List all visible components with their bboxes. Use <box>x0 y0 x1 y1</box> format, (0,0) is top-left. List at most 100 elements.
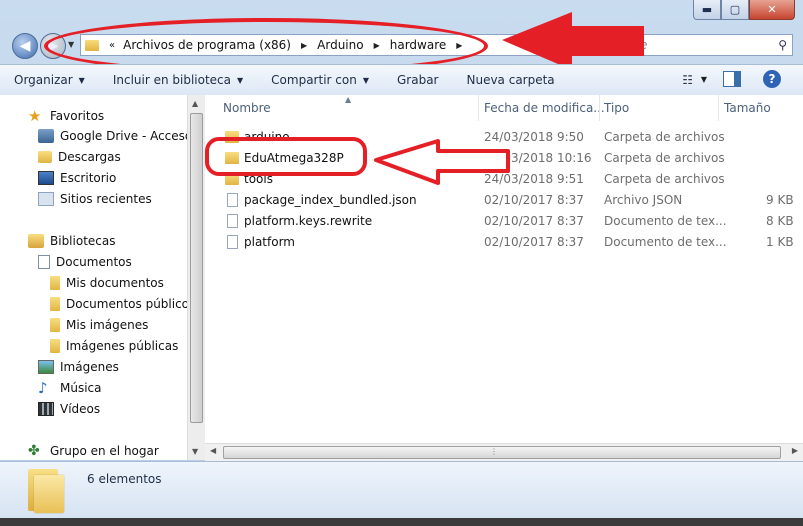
homegroup-icon: ✤ <box>28 443 40 459</box>
include-library-button[interactable]: Incluir en biblioteca ▼ <box>113 73 243 87</box>
horizontal-scrollbar[interactable]: ◀ ⋮ ▶ <box>205 443 803 461</box>
file-type: Archivo JSON <box>604 193 683 207</box>
column-header-date[interactable]: Fecha de modifica... <box>484 95 605 121</box>
film-icon <box>38 402 54 416</box>
sidebar-item-videos[interactable]: Vídeos <box>38 402 100 416</box>
file-date: 02/10/2017 8:37 <box>484 235 584 249</box>
annotation-arrow-icon <box>374 139 510 185</box>
chevron-down-icon[interactable]: ▼ <box>701 75 707 84</box>
annotation-rectangle <box>205 137 367 176</box>
navigation-pane: ★ Favoritos Google Drive - Acceso d Desca… <box>0 95 187 460</box>
star-icon: ★ <box>28 107 42 125</box>
sidebar-item-favorites[interactable]: ★ Favoritos <box>28 108 104 124</box>
column-header-type[interactable]: Tipo <box>604 95 629 121</box>
file-row[interactable]: platform.keys.rewrite 02/10/2017 8:37 Do… <box>205 211 803 232</box>
library-icon <box>28 234 44 248</box>
file-type: Carpeta de archivos <box>604 172 725 186</box>
sidebar-item-pictures[interactable]: Imágenes <box>38 360 119 374</box>
sidebar-item-my-pictures[interactable]: Mis imágenes <box>50 318 148 332</box>
view-options-icon[interactable]: ☷ <box>682 73 693 87</box>
share-with-label: Compartir con <box>271 73 357 87</box>
documents-icon <box>38 255 50 269</box>
sidebar-item-label: Imágenes públicas <box>66 339 179 353</box>
file-name: package_index_bundled.json <box>244 193 417 207</box>
sidebar-item-public-documents[interactable]: Documentos públicos <box>50 297 187 311</box>
item-count: 6 elementos <box>87 472 162 486</box>
navigation-pane-scrollbar[interactable]: ▲ ▼ <box>187 95 206 460</box>
close-button[interactable]: ✕ <box>749 0 795 20</box>
sidebar-item-desktop[interactable]: Escritorio <box>38 171 116 185</box>
sidebar-item-label: Grupo en el hogar <box>50 444 159 458</box>
downloads-folder-icon <box>38 151 52 163</box>
scroll-right-icon[interactable]: ▶ <box>792 446 798 455</box>
column-divider[interactable] <box>478 95 479 121</box>
file-row[interactable]: package_index_bundled.json 02/10/2017 8:… <box>205 190 803 211</box>
file-type: Carpeta de archivos <box>604 130 725 144</box>
sort-ascending-icon: ▲ <box>345 95 352 104</box>
scroll-up-icon[interactable]: ▲ <box>192 99 198 108</box>
sidebar-item-label: Escritorio <box>60 171 117 185</box>
back-button[interactable]: ◀ <box>12 33 38 59</box>
file-name: platform.keys.rewrite <box>244 214 373 228</box>
burn-button[interactable]: Grabar <box>397 73 439 87</box>
scroll-down-icon[interactable]: ▼ <box>192 447 198 456</box>
sidebar-item-libraries[interactable]: Bibliotecas <box>28 234 115 248</box>
recent-places-icon <box>38 192 54 206</box>
file-date: 02/10/2017 8:37 <box>484 214 584 228</box>
sidebar-item-label: Mis documentos <box>66 276 164 290</box>
file-date: 02/10/2017 8:37 <box>484 193 584 207</box>
sidebar-item-my-documents[interactable]: Mis documentos <box>50 276 164 290</box>
sidebar-item-label: Documentos <box>56 255 132 269</box>
sidebar-item-google-drive[interactable]: Google Drive - Acceso d <box>38 129 187 143</box>
command-bar: Organizar ▼ Incluir en biblioteca ▼ Compar… <box>0 64 803 96</box>
chevron-down-icon: ▼ <box>78 75 85 85</box>
share-with-button[interactable]: Compartir con ▼ <box>271 73 369 87</box>
organize-button[interactable]: Organizar ▼ <box>14 73 85 87</box>
sidebar-item-label: Google Drive - Acceso d <box>60 129 187 143</box>
search-input[interactable]: e ⚲ <box>625 34 793 56</box>
maximize-button[interactable]: ▢ <box>721 0 749 20</box>
folder-icon <box>50 339 60 353</box>
file-name: platform <box>244 235 295 249</box>
sidebar-item-label: Imágenes <box>60 360 119 374</box>
column-divider[interactable] <box>718 95 719 121</box>
scrollbar-thumb[interactable] <box>223 446 781 459</box>
scroll-left-icon[interactable]: ◀ <box>210 446 216 455</box>
pictures-icon <box>38 360 54 374</box>
window-controls: ▬ ▢ ✕ <box>693 0 795 20</box>
sidebar-item-label: Documentos públicos <box>66 297 187 311</box>
drive-icon <box>38 129 54 143</box>
explorer-window: ▬ ▢ ✕ ◀ ▶ ▼ « Archivos de programa (x86)… <box>0 0 803 526</box>
file-type: Documento de tex... <box>604 214 727 228</box>
file-size: 8 KB <box>766 214 794 228</box>
sidebar-item-recent-places[interactable]: Sitios recientes <box>38 192 152 206</box>
sidebar-item-music[interactable]: ♪ Música <box>38 381 102 396</box>
column-header-size[interactable]: Tamaño <box>724 95 771 121</box>
file-row[interactable]: platform 02/10/2017 8:37 Documento de te… <box>205 232 803 253</box>
folder-icon <box>28 469 64 513</box>
sidebar-item-label: Música <box>60 381 102 395</box>
search-icon[interactable]: ⚲ <box>778 38 787 52</box>
sidebar-item-public-pictures[interactable]: Imágenes públicas <box>50 339 178 353</box>
sidebar-item-label: Vídeos <box>60 402 101 416</box>
file-size: 1 KB <box>766 235 794 249</box>
scrollbar-thumb[interactable] <box>190 113 203 423</box>
file-type: Carpeta de archivos <box>604 151 725 165</box>
sidebar-item-downloads[interactable]: Descargas <box>38 150 121 164</box>
sidebar-item-label: Bibliotecas <box>50 234 116 248</box>
organize-label: Organizar <box>14 73 73 87</box>
sidebar-item-homegroup[interactable]: ✤ Grupo en el hogar <box>28 444 159 458</box>
column-header-name[interactable]: Nombre <box>223 95 271 121</box>
column-divider[interactable] <box>599 95 600 121</box>
new-folder-button[interactable]: Nueva carpeta <box>466 73 554 87</box>
file-type: Documento de tex... <box>604 235 727 249</box>
minimize-button[interactable]: ▬ <box>693 0 721 20</box>
sidebar-item-label: Descargas <box>58 150 121 164</box>
include-library-label: Incluir en biblioteca <box>112 73 232 87</box>
burn-label: Grabar <box>396 73 439 87</box>
file-icon <box>227 193 238 207</box>
preview-pane-icon[interactable] <box>723 71 741 87</box>
sidebar-item-documents[interactable]: Documentos <box>38 255 132 269</box>
file-size: 9 KB <box>766 193 794 207</box>
help-icon[interactable]: ? <box>763 70 781 88</box>
